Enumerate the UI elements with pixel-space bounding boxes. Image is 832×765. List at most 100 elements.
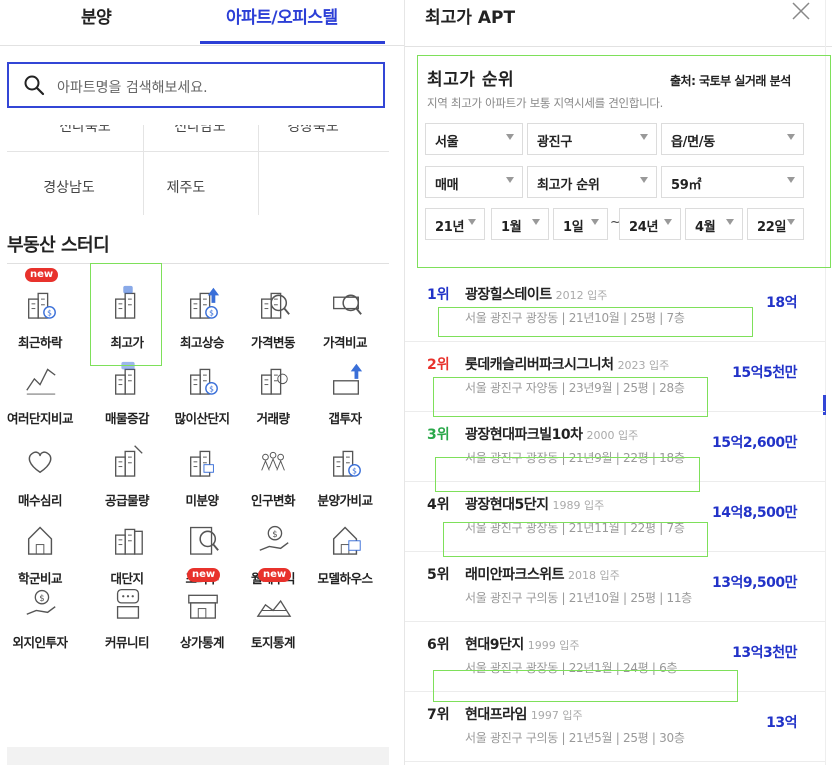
move-in-year: 1999 입주 bbox=[527, 639, 580, 652]
dropdown-arrow-icon bbox=[787, 177, 795, 183]
dropdown-arrow-icon bbox=[726, 219, 734, 225]
new-badge: new bbox=[258, 568, 292, 582]
select-value: 1일 bbox=[563, 220, 584, 235]
rank-number: 7위 bbox=[427, 707, 450, 723]
new-badge: new bbox=[187, 568, 221, 582]
dropdown-arrow-icon bbox=[506, 134, 514, 140]
tab-presale[interactable]: 분양 bbox=[81, 3, 112, 28]
unsold-icon bbox=[185, 440, 221, 500]
study-menu-label: 인구변화 bbox=[250, 493, 296, 508]
active-tab-indicator bbox=[200, 41, 385, 44]
price: 13억 bbox=[766, 715, 797, 731]
start-day-select[interactable]: 1일 bbox=[553, 208, 608, 240]
rank-number: 4위 bbox=[427, 497, 450, 513]
highlight-box bbox=[443, 522, 708, 557]
svg-text:$: $ bbox=[209, 385, 214, 394]
study-menu-item[interactable]: 모델하우스 bbox=[308, 508, 382, 604]
dong-select[interactable]: 읍/면/동 bbox=[661, 123, 804, 155]
complex-name-text: 광장힐스테이트 bbox=[465, 287, 552, 303]
start-month-select[interactable]: 1월 bbox=[491, 208, 549, 240]
price: 14억8,500만 bbox=[711, 505, 798, 521]
region-grid: 전라북도 전라남도 경상북도 경상남도 제주도 bbox=[0, 125, 404, 215]
panel-title: 최고가 APT bbox=[425, 8, 516, 28]
region-item[interactable]: 경상북도 bbox=[258, 125, 368, 141]
svg-text:$: $ bbox=[39, 594, 44, 604]
study-menu-label: 여러단지비교 bbox=[6, 411, 74, 426]
study-menu-label: 매수심리 bbox=[17, 493, 63, 508]
rank-row[interactable]: 5위 래미안파크스위트 2018 입주 서울 광진구 구의동 | 21년10월 | 2… bbox=[405, 552, 825, 622]
svg-text:$: $ bbox=[47, 309, 52, 318]
highlight-box bbox=[438, 307, 753, 337]
area-select[interactable]: 59㎡ bbox=[661, 166, 804, 198]
svg-text:$: $ bbox=[272, 530, 277, 540]
deal-info: 서울 광진구 구의동 | 21년5월 | 25평 | 30층 bbox=[465, 731, 685, 745]
large-complex-icon bbox=[110, 518, 146, 578]
land-stats-icon bbox=[256, 582, 292, 642]
search-icon bbox=[24, 75, 45, 96]
filter-title: 최고가 순위 bbox=[427, 70, 515, 90]
svg-text:$: $ bbox=[209, 309, 214, 318]
select-value: 21년 bbox=[435, 220, 465, 235]
rank-number: 5위 bbox=[427, 567, 450, 583]
district-select[interactable]: 광진구 bbox=[527, 123, 657, 155]
divider bbox=[405, 46, 832, 47]
study-menu-item[interactable]: new 토지통계 bbox=[236, 568, 310, 668]
school-icon bbox=[23, 518, 59, 578]
region-item[interactable]: 경상남도 bbox=[14, 177, 124, 197]
complex-name-text: 광장현대파크빌10차 bbox=[465, 427, 583, 443]
region-item[interactable]: 전라남도 bbox=[145, 125, 255, 141]
highlight-box bbox=[433, 377, 708, 417]
rank-row[interactable]: 7위 현대프라임 1997 입주 서울 광진구 구의동 | 21년5월 | 25평 |… bbox=[405, 692, 825, 762]
region-label: 전라남도 bbox=[174, 125, 226, 135]
sort-select[interactable]: 최고가 순위 bbox=[527, 166, 657, 198]
start-year-select[interactable]: 21년 bbox=[425, 208, 485, 240]
move-in-year: 2000 입주 bbox=[586, 429, 639, 442]
study-menu-label: 매물증감 bbox=[104, 411, 150, 426]
dropdown-arrow-icon bbox=[532, 219, 540, 225]
deal-info: 서울 광진구 구의동 | 21년10월 | 25평 | 11층 bbox=[465, 591, 692, 605]
highlight-box bbox=[435, 457, 700, 492]
price: 13억3천만 bbox=[732, 645, 797, 661]
left-panel: 분양 아파트/오피스텔 아파트명을 검색해보세요. 전라북도 전라남도 경상북도… bbox=[0, 0, 404, 765]
select-value: 광진구 bbox=[537, 135, 572, 150]
end-year-select[interactable]: 24년 bbox=[619, 208, 681, 240]
end-month-select[interactable]: 4월 bbox=[685, 208, 743, 240]
select-value: 읍/면/동 bbox=[671, 135, 715, 150]
study-menu-item[interactable]: $ 외지인투자 bbox=[3, 572, 77, 668]
dropdown-arrow-icon bbox=[640, 177, 648, 183]
search-placeholder: 아파트명을 검색해보세요. bbox=[57, 80, 208, 96]
tab-apartment-officetel[interactable]: 아파트/오피스텔 bbox=[226, 3, 338, 28]
complex-name-text: 현대9단지 bbox=[465, 637, 524, 653]
rank-number: 1위 bbox=[427, 287, 450, 303]
rank-number: 2위 bbox=[427, 357, 450, 373]
complex-name-text: 래미안파크스위트 bbox=[465, 567, 565, 583]
right-panel: 최고가 APT 최고가 순위 출처: 국토부 실거래 분석 지역 최고가 아파트… bbox=[405, 0, 832, 765]
select-value: 22일 bbox=[757, 220, 787, 235]
highlight-box bbox=[90, 263, 162, 366]
region-item[interactable]: 전라북도 bbox=[30, 125, 140, 141]
region-item[interactable]: 제주도 bbox=[131, 177, 241, 197]
dropdown-arrow-icon bbox=[468, 219, 476, 225]
multi-compare-icon bbox=[23, 358, 59, 418]
study-menu-item[interactable]: new 상가통계 bbox=[165, 568, 239, 668]
region-label: 경상북도 bbox=[287, 125, 339, 135]
study-title: 부동산 스터디 bbox=[7, 235, 110, 256]
dropdown-arrow-icon bbox=[787, 134, 795, 140]
price-change-icon bbox=[256, 282, 292, 342]
deal-type-select[interactable]: 매매 bbox=[425, 166, 523, 198]
select-value: 최고가 순위 bbox=[537, 178, 600, 193]
city-select[interactable]: 서울 bbox=[425, 123, 523, 155]
close-icon[interactable] bbox=[790, 0, 812, 22]
end-day-select[interactable]: 22일 bbox=[747, 208, 804, 240]
falling-building-icon: $ bbox=[23, 282, 59, 342]
move-in-year: 1989 입주 bbox=[552, 499, 605, 512]
price: 15억2,600만 bbox=[711, 435, 798, 451]
new-badge: new bbox=[25, 268, 59, 282]
complex-name-text: 롯데캐슬리버파크시그니처 bbox=[465, 357, 614, 373]
study-menu-label: 공급물량 bbox=[104, 493, 150, 508]
dropdown-arrow-icon bbox=[591, 219, 599, 225]
dropdown-arrow-icon bbox=[640, 134, 648, 140]
study-menu-item[interactable]: 커뮤니티 bbox=[90, 572, 164, 668]
popular-complex-icon: $ bbox=[185, 358, 221, 418]
search-input[interactable]: 아파트명을 검색해보세요. bbox=[7, 62, 385, 108]
